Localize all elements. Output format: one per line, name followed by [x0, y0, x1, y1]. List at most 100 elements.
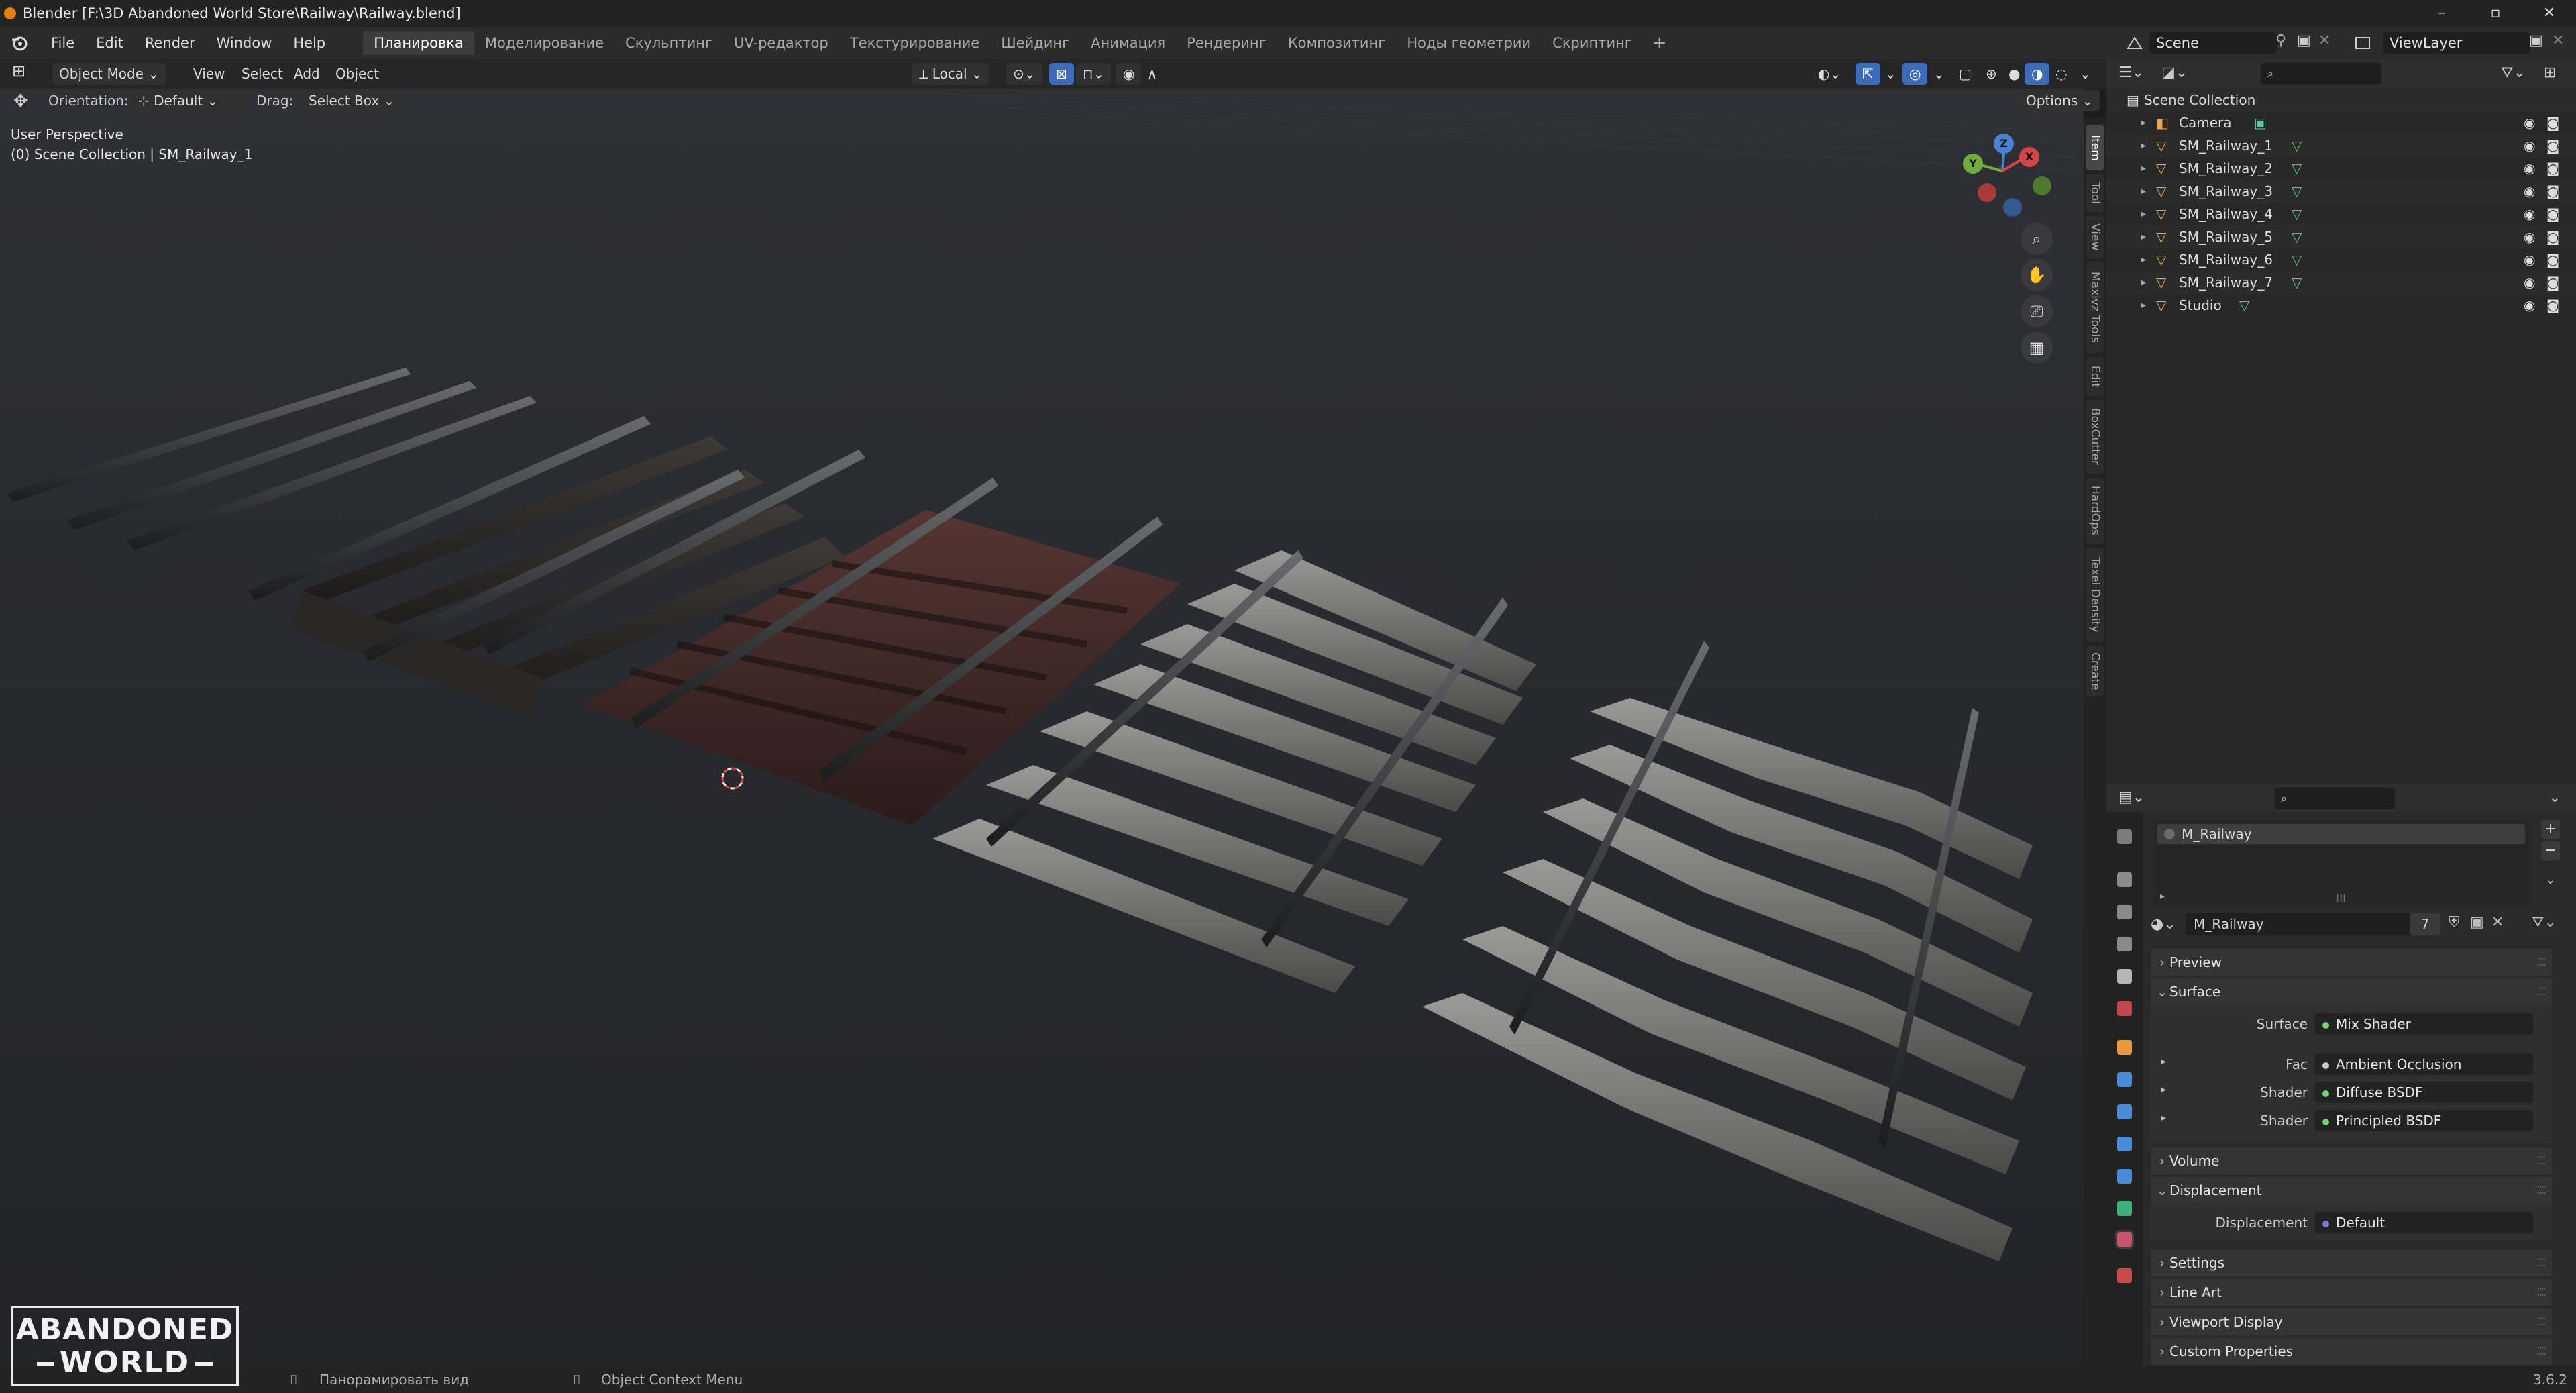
slot-expand-icon[interactable]: ▸: [2160, 891, 2165, 902]
fac-input-field[interactable]: Ambient Occlusion: [2314, 1053, 2533, 1075]
workspace-tab-modeling[interactable]: Моделирование: [474, 31, 614, 55]
properties-search-input[interactable]: ⌕: [2274, 788, 2395, 809]
sidebar-tab-view[interactable]: View: [2086, 216, 2104, 258]
outliner-item[interactable]: ▸ ▽ SM_Railway_5 ▽ ◉ ◙: [2106, 225, 2576, 248]
overlay-toggle-icon[interactable]: ◎: [1902, 63, 1928, 85]
expand-arrow-icon[interactable]: ▸: [2141, 225, 2146, 248]
grip-icon[interactable]: ⁚⁚⁚⁚: [2537, 1249, 2546, 1276]
object-mode-dropdown[interactable]: Object Mode ⌄: [52, 63, 166, 85]
outliner-item[interactable]: ▸ ▽ SM_Railway_4 ▽ ◉ ◙: [2106, 203, 2576, 225]
delete-scene-icon[interactable]: ✕: [2318, 32, 2330, 49]
visibility-eye-icon[interactable]: ◉: [2524, 271, 2535, 294]
constraints-tab-icon[interactable]: [2117, 1169, 2132, 1184]
render-visibility-icon[interactable]: ◙: [2546, 157, 2559, 180]
navigation-gizmo[interactable]: Z Y X: [1952, 131, 2053, 225]
outliner-editor-icon[interactable]: ☰⌄: [2118, 64, 2144, 81]
tool-tab-icon[interactable]: [2117, 829, 2132, 844]
solid-shading-icon[interactable]: ●: [2002, 63, 2027, 85]
render-visibility-icon[interactable]: ◙: [2546, 225, 2559, 248]
workspace-tab-scripting[interactable]: Скриптинг: [1542, 31, 1643, 55]
duplicate-material-icon[interactable]: ▣: [2470, 914, 2484, 931]
material-link-icon[interactable]: ⛛⌄: [2532, 914, 2557, 931]
view-layer-icon[interactable]: [2353, 34, 2372, 52]
3d-viewport[interactable]: [0, 89, 2084, 1366]
render-visibility-icon[interactable]: ◙: [2546, 248, 2559, 271]
rendered-shading-icon[interactable]: ◌: [2049, 63, 2074, 85]
workspace-tab-sculpting[interactable]: Скульптинг: [614, 31, 723, 55]
expand-arrow-icon[interactable]: ▸: [2141, 134, 2146, 157]
close-button[interactable]: ✕: [2522, 0, 2576, 27]
outliner-item[interactable]: ▸ ▽ SM_Railway_3 ▽ ◉ ◙: [2106, 180, 2576, 203]
list-resize-grip[interactable]: ⁞⁞⁞: [2336, 892, 2346, 905]
render-tab-icon[interactable]: [2117, 872, 2132, 887]
grip-icon[interactable]: ⁚⁚⁚⁚: [2537, 1279, 2546, 1306]
outliner-item[interactable]: ▸ ▽ SM_Railway_2 ▽ ◉ ◙: [2106, 157, 2576, 180]
mesh-data-icon[interactable]: ▽: [2292, 271, 2302, 294]
grip-icon[interactable]: ⁚⁚⁚⁚: [2537, 1338, 2546, 1365]
gizmo-z-axis[interactable]: Z: [1994, 134, 2014, 154]
proportional-edit-icon[interactable]: ◉: [1116, 63, 1142, 85]
expand-arrow-icon[interactable]: ▸: [2141, 294, 2146, 317]
visibility-eye-icon[interactable]: ◉: [2524, 294, 2535, 317]
shader2-input-field[interactable]: Principled BSDF: [2314, 1110, 2533, 1131]
menu-object[interactable]: Object: [329, 63, 386, 85]
editor-type-icon[interactable]: ⊞: [12, 62, 25, 81]
line-art-panel-header[interactable]: › Line Art ⁚⁚⁚⁚: [2151, 1279, 2552, 1306]
sidebar-tab-hardops[interactable]: HardOps: [2086, 478, 2104, 544]
outliner-item[interactable]: ▸ ▽ Studio ▽ ◉ ◙: [2106, 294, 2576, 317]
orientation-dropdown[interactable]: ⊹ Default ⌄: [131, 90, 246, 111]
sidebar-tab-maxivz-tools[interactable]: Maxivz Tools: [2086, 262, 2104, 353]
material-name-field[interactable]: M_Railway: [2186, 913, 2440, 935]
maximize-button[interactable]: ▫: [2469, 0, 2522, 27]
sidebar-tab-create[interactable]: Create: [2086, 646, 2104, 696]
minimize-button[interactable]: –: [2415, 0, 2469, 27]
expand-arrow-icon[interactable]: ▸: [2141, 111, 2146, 134]
sidebar-tab-texel-density[interactable]: Texel Density: [2086, 548, 2104, 641]
visibility-eye-icon[interactable]: ◉: [2524, 111, 2535, 134]
mesh-data-icon[interactable]: ▽: [2292, 248, 2302, 271]
viewport-display-panel-header[interactable]: › Viewport Display ⁚⁚⁚⁚: [2151, 1308, 2552, 1335]
outliner-root[interactable]: ▤ Scene Collection: [2106, 89, 2576, 111]
workspace-tab-animation[interactable]: Анимация: [1080, 31, 1176, 55]
properties-options-icon[interactable]: ⌄: [2549, 789, 2561, 805]
outliner-item[interactable]: ▸ ▽ SM_Railway_7 ▽ ◉ ◙: [2106, 271, 2576, 294]
visibility-eye-icon[interactable]: ◉: [2524, 203, 2535, 225]
render-visibility-icon[interactable]: ◙: [2546, 271, 2559, 294]
expand-arrow-icon[interactable]: ▸: [2141, 248, 2146, 271]
filter-icon[interactable]: ⛛⌄: [2501, 64, 2526, 81]
visibility-eye-icon[interactable]: ◉: [2524, 157, 2535, 180]
mesh-data-icon[interactable]: ▽: [2292, 157, 2302, 180]
material-tab-icon[interactable]: [2115, 1230, 2134, 1249]
zoom-icon[interactable]: ⌕: [2021, 223, 2053, 255]
mesh-data-icon[interactable]: ▽: [2292, 134, 2302, 157]
outliner-item[interactable]: ▸ ▽ SM_Railway_6 ▽ ◉ ◙: [2106, 248, 2576, 271]
grip-icon[interactable]: ⁚⁚⁚⁚: [2537, 978, 2546, 1005]
mesh-data-icon[interactable]: ▽: [2292, 225, 2302, 248]
mesh-data-icon[interactable]: ▽: [2292, 203, 2302, 225]
displacement-panel-header[interactable]: ⌄ Displacement ⁚⁚⁚⁚: [2151, 1177, 2552, 1204]
world-tab-icon[interactable]: [2117, 1001, 2132, 1016]
outliner-item[interactable]: ▸ ◧ Camera ▣ ◉ ◙: [2106, 111, 2576, 134]
modifiers-tab-icon[interactable]: [2117, 1072, 2132, 1087]
move-tool-icon[interactable]: ✥: [13, 91, 28, 111]
render-visibility-icon[interactable]: ◙: [2546, 111, 2559, 134]
drag-dropdown[interactable]: Select Box ⌄: [302, 90, 402, 111]
shader1-input-field[interactable]: Diffuse BSDF: [2314, 1082, 2533, 1103]
camera-data-icon[interactable]: ▣: [2254, 111, 2267, 134]
outliner-item[interactable]: ▸ ▽ SM_Railway_1 ▽ ◉ ◙: [2106, 134, 2576, 157]
material-browse-icon[interactable]: ◕⌄: [2151, 913, 2184, 937]
visibility-eye-icon[interactable]: ◉: [2524, 180, 2535, 203]
pivot-icon[interactable]: ⊙⌄: [1006, 63, 1042, 85]
render-visibility-icon[interactable]: ◙: [2546, 134, 2559, 157]
new-view-layer-icon[interactable]: ▣: [2529, 32, 2543, 49]
mesh-data-icon[interactable]: ▽: [2239, 294, 2249, 317]
menu-select[interactable]: Select: [235, 63, 290, 85]
menu-render[interactable]: Render: [134, 35, 206, 51]
sidebar-tab-edit[interactable]: Edit: [2086, 357, 2104, 396]
workspace-tab-uv-editing[interactable]: UV-редактор: [723, 31, 839, 55]
slot-specials-button[interactable]: ⌄: [2541, 871, 2560, 890]
falloff-icon[interactable]: ∧: [1140, 63, 1164, 85]
surface-shader-field[interactable]: Mix Shader: [2314, 1013, 2533, 1035]
workspace-tab-shading[interactable]: Шейдинг: [990, 31, 1080, 55]
blender-menu-icon[interactable]: [11, 34, 28, 52]
